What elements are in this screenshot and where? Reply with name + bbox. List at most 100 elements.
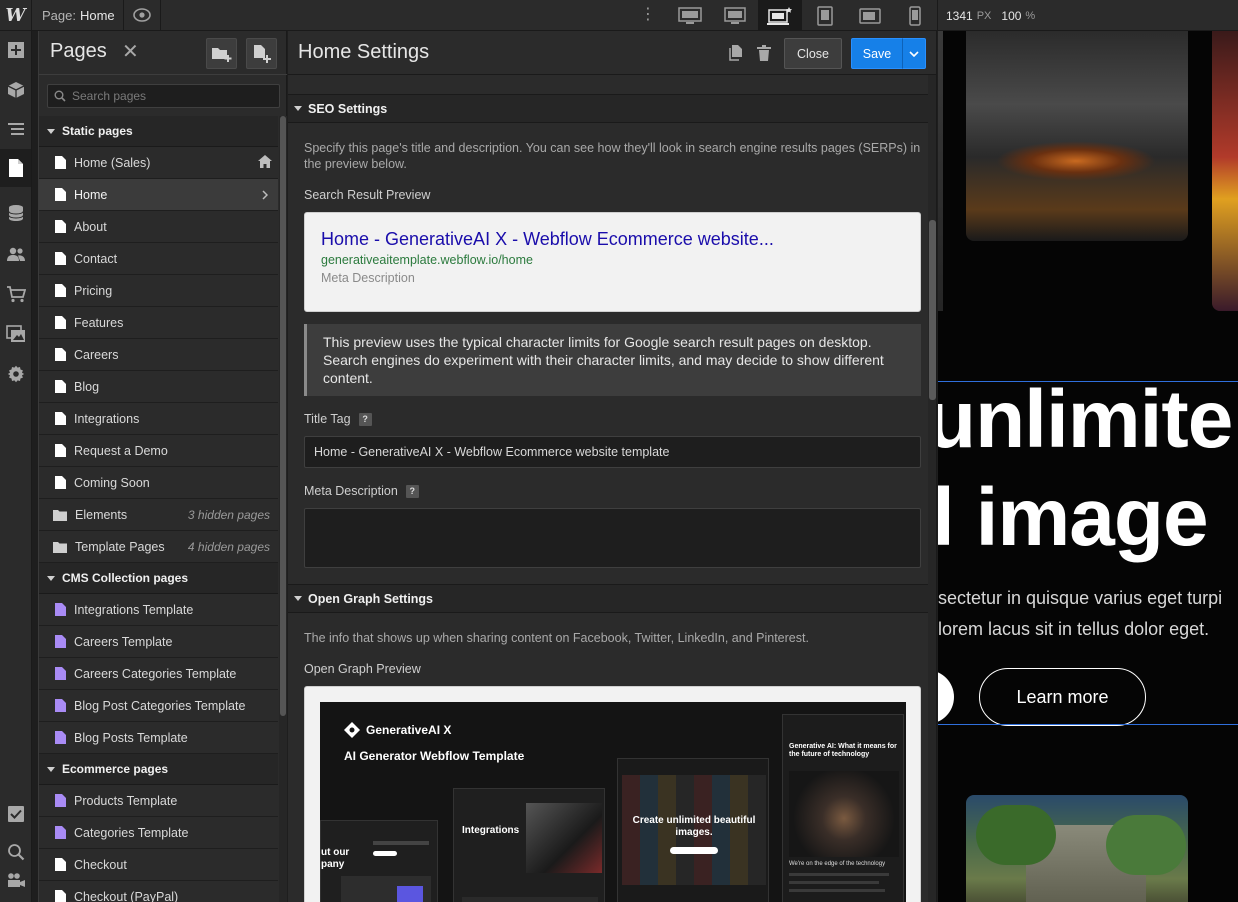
serp-url: generativeaitemplate.webflow.io/home [321,253,533,267]
more-options-icon[interactable]: ⋮ [640,4,656,26]
save-options-button[interactable] [902,38,926,69]
video-tutorials-icon[interactable] [0,861,31,899]
save-button[interactable]: Save [851,38,903,69]
help-icon[interactable]: ? [358,412,372,426]
users-icon[interactable] [0,235,31,273]
seo-settings-toggle[interactable]: SEO Settings [288,94,929,123]
page-item-blog-post-categories-template[interactable]: Blog Post Categories Template [39,690,278,722]
page-group-ecommerce-pages[interactable]: Ecommerce pages [39,754,278,785]
add-page-button[interactable] [246,38,277,69]
preview-eye-icon[interactable] [132,5,152,25]
folder-icon [53,509,67,521]
settings-gear-icon[interactable] [0,355,31,393]
settings-scrollbar-thumb[interactable] [929,220,936,400]
open-graph-settings-heading: Open Graph Settings [308,591,434,606]
close-icon[interactable]: ✕ [122,41,139,63]
page-item-features[interactable]: Features [39,307,278,339]
close-button[interactable]: Close [784,38,842,69]
page-folder-template-pages[interactable]: Template Pages 4 hidden pages [39,531,278,563]
cms-page-icon [55,794,66,807]
page-item-contact[interactable]: Contact [39,243,278,275]
page-icon [55,412,66,425]
current-page-indicator[interactable]: Page: Home [42,0,115,31]
canvas-width-value: 1341 [946,8,973,23]
page-item-request-a-demo[interactable]: Request a Demo [39,435,278,467]
page-item-checkout-paypal[interactable]: Checkout (PayPal) [39,881,278,902]
caret-down-icon [47,575,55,581]
page-value: Home [79,8,115,23]
page-item-label: Blog Post Categories Template [74,698,246,713]
settings-title: Home Settings [298,41,430,63]
page-item-careers-template[interactable]: Careers Template [39,626,278,658]
pages-icon[interactable] [0,149,31,187]
duplicate-icon[interactable] [728,44,744,62]
add-panel-icon[interactable] [0,31,31,69]
divider [123,0,124,31]
page-item-coming-soon[interactable]: Coming Soon [39,467,278,499]
title-tag-input[interactable] [304,436,921,468]
add-folder-button[interactable] [206,38,237,69]
canvas-paragraph-line-1: sectetur in quisque varius eget turpi [938,588,1223,608]
pages-scrollbar[interactable] [279,116,287,902]
title-tag-label: Title Tag ? [304,412,372,426]
og-placeholder-button [373,851,397,856]
page-item-careers[interactable]: Careers [39,339,278,371]
search-pages-input[interactable] [72,89,272,103]
webflow-logo[interactable]: W [0,0,32,31]
page-item-blog[interactable]: Blog [39,371,278,403]
page-item-checkout[interactable]: Checkout [39,849,278,881]
page-item-home[interactable]: Home [39,179,278,211]
breakpoint-mobile-landscape-icon[interactable] [848,0,892,31]
page-item-label: Blog [74,379,100,394]
page-item-home-sales[interactable]: Home (Sales) [39,147,278,179]
og-card-create-text: Create unlimited beautiful images. [632,815,756,838]
breakpoint-desktop-icon[interactable] [758,0,802,31]
components-cube-icon[interactable] [0,71,31,109]
folder-plus-icon [211,47,231,62]
open-graph-settings-toggle[interactable]: Open Graph Settings [288,584,929,613]
page-group-static-pages[interactable]: Static pages [39,116,278,147]
ecommerce-cart-icon[interactable] [0,275,31,313]
chevron-right-icon[interactable] [262,189,269,203]
page-item-about[interactable]: About [39,211,278,243]
page-item-integrations-template[interactable]: Integrations Template [39,594,278,626]
page-icon [55,220,66,233]
breakpoint-xxl-icon[interactable] [668,0,712,31]
audit-checkbox-icon[interactable] [0,795,31,833]
page-item-pricing[interactable]: Pricing [39,275,278,307]
canvas-paragraph-line-2: lorem lacus sit in tellus dolor eget. [938,619,1210,639]
canvas-headline-line-1: unlimite [938,374,1233,465]
page-item-products-template[interactable]: Products Template [39,785,278,817]
page-plus-icon [253,44,271,63]
navigator-icon[interactable] [0,110,31,148]
design-canvas[interactable]: unlimite l image sectetur in quisque var… [938,31,1238,902]
meta-description-textarea[interactable] [304,508,921,568]
page-item-categories-template[interactable]: Categories Template [39,817,278,849]
page-item-blog-posts-template[interactable]: Blog Posts Template [39,722,278,754]
pages-scrollbar-thumb[interactable] [280,116,286,716]
page-item-label: Careers [74,347,119,362]
breakpoint-tablet-icon[interactable] [803,0,847,31]
trash-icon[interactable] [756,44,772,62]
breakpoint-mobile-portrait-icon[interactable] [893,0,937,31]
canvas-castle-image [966,795,1188,902]
og-card-integrations-text: Integrations [462,825,520,836]
cms-page-icon [55,731,66,744]
page-item-careers-categories-template[interactable]: Careers Categories Template [39,658,278,690]
search-pages-field[interactable] [47,84,280,108]
cms-database-icon[interactable] [0,194,31,232]
page-item-label: Blog Posts Template [74,730,188,745]
assets-icon[interactable] [0,315,31,353]
hidden-pages-count: 3 hidden pages [187,507,270,522]
page-group-cms-collection-pages[interactable]: CMS Collection pages [39,563,278,594]
canvas-primary-button-partial [938,670,954,724]
page-item-label: Request a Demo [74,443,168,458]
page-folder-elements[interactable]: Elements 3 hidden pages [39,499,278,531]
folder-icon [53,541,67,553]
page-item-integrations[interactable]: Integrations [39,403,278,435]
help-icon[interactable]: ? [405,484,419,498]
settings-scrollbar[interactable] [928,75,936,902]
page-item-label: Home (Sales) [74,155,151,170]
og-intro-text: The info that shows up when sharing cont… [304,631,809,645]
breakpoint-xl-icon[interactable] [713,0,757,31]
